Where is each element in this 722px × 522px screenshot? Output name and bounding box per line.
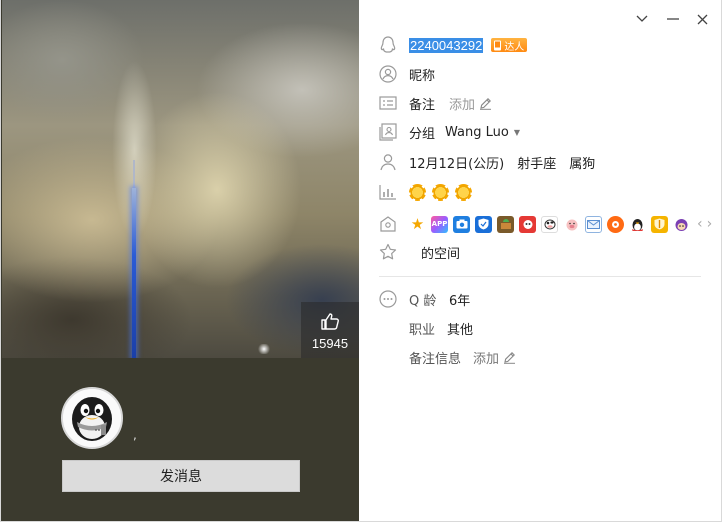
add-remark-label: 添加 <box>449 97 476 113</box>
tower-antenna <box>133 160 135 190</box>
add-remark-info-label: 添加 <box>473 351 500 367</box>
contact-book-icon <box>379 123 397 141</box>
level-row <box>379 180 478 204</box>
sun-icon[interactable] <box>455 183 472 201</box>
star-icon[interactable]: ★ <box>409 215 426 233</box>
talent-badge[interactable]: 达人 <box>491 38 528 53</box>
user-icon <box>379 65 397 83</box>
penguin-icon[interactable] <box>629 215 646 233</box>
space-row: 的空间 <box>379 240 460 264</box>
sun-icon[interactable] <box>409 183 426 201</box>
add-remark-info-button[interactable]: 添加 <box>473 348 516 367</box>
profile-cover-panel: 15945 , 发消息 <box>0 0 359 522</box>
star-outline-icon <box>379 243 397 261</box>
divider <box>379 276 701 277</box>
caret-down-icon: ▼ <box>513 127 520 137</box>
chinese-zodiac-value: 属狗 <box>569 156 596 172</box>
penguin-outline-icon <box>379 36 397 54</box>
like-count: 15945 <box>311 336 349 351</box>
group-value: Wang Luo <box>445 124 509 140</box>
app-icon[interactable]: APP <box>431 215 448 233</box>
nickname-row: 昵称 <box>379 62 435 86</box>
pig-icon[interactable] <box>563 215 580 233</box>
city-light <box>257 344 271 354</box>
services-row: ★ APP ‹› <box>379 212 716 236</box>
game-icon[interactable] <box>519 215 536 233</box>
tv-tower <box>132 188 136 358</box>
minimize-icon <box>667 18 679 20</box>
age-label: Q 龄 <box>409 293 437 309</box>
chevron-down-icon <box>636 15 648 22</box>
thumbs-up-icon <box>321 313 339 330</box>
pet-icon[interactable] <box>673 215 690 233</box>
chevron-right-icon[interactable]: › <box>707 216 717 232</box>
talent-label: 达人 <box>504 41 525 53</box>
send-message-button[interactable]: 发消息 <box>62 460 300 492</box>
house-icon <box>379 215 397 233</box>
chevron-left-icon[interactable]: ‹ <box>697 216 707 232</box>
group-row: 分组 Wang Luo ▼ <box>379 120 520 144</box>
farm-icon[interactable] <box>497 215 514 233</box>
birthday-value: 12月12日(公历) <box>409 156 505 172</box>
qq-penguin-avatar-icon <box>63 389 121 447</box>
profile-info-panel: 2240043292 达人 昵称 备注 添加 分组 Wang Luo ▼ 12月… <box>359 0 722 522</box>
age-row: Q 龄 6年 <box>379 287 470 311</box>
age-value: 6年 <box>449 293 471 309</box>
add-remark-button[interactable]: 添加 <box>449 94 492 113</box>
sun-icon[interactable] <box>432 183 449 201</box>
remark-label: 备注 <box>409 97 436 113</box>
remark-row: 备注 添加 <box>379 91 492 115</box>
job-row: 职业 其他 <box>409 316 473 340</box>
close-icon <box>697 14 707 24</box>
group-label: 分组 <box>409 126 436 142</box>
camera-icon[interactable] <box>453 215 470 233</box>
phone-icon <box>494 40 502 50</box>
birthday-row: 12月12日(公历) 射手座 属狗 <box>379 150 595 174</box>
music-icon[interactable] <box>607 215 624 233</box>
bar-chart-icon <box>379 183 397 201</box>
remark-info-row: 备注信息 添加 <box>409 345 516 369</box>
person-icon <box>379 153 397 171</box>
close-button[interactable] <box>693 10 711 28</box>
minimize-button[interactable] <box>664 10 682 28</box>
job-value: 其他 <box>447 322 474 338</box>
cow-icon[interactable] <box>541 215 558 233</box>
mail-icon[interactable] <box>585 215 602 233</box>
qq-number-row: 2240043292 达人 <box>379 33 528 57</box>
security-icon[interactable] <box>651 215 668 233</box>
id-card-icon <box>379 94 397 112</box>
like-button[interactable]: 15945 <box>301 302 359 358</box>
nickname-text: , <box>133 428 137 442</box>
pencil-icon <box>504 351 516 364</box>
nickname-value: 昵称 <box>409 68 436 84</box>
scroll-arrows: ‹› <box>697 216 716 232</box>
avatar[interactable] <box>61 387 123 449</box>
more-icon <box>379 290 397 308</box>
job-label: 职业 <box>409 322 436 338</box>
remark-info-label: 备注信息 <box>409 351 462 367</box>
qq-number[interactable]: 2240043292 <box>409 37 484 53</box>
shield-icon[interactable] <box>475 215 492 233</box>
pencil-icon <box>480 97 492 110</box>
zodiac-value: 射手座 <box>517 156 557 172</box>
group-select[interactable]: Wang Luo ▼ <box>445 125 520 140</box>
collapse-button[interactable] <box>633 10 651 28</box>
space-link[interactable]: 的空间 <box>421 243 460 262</box>
